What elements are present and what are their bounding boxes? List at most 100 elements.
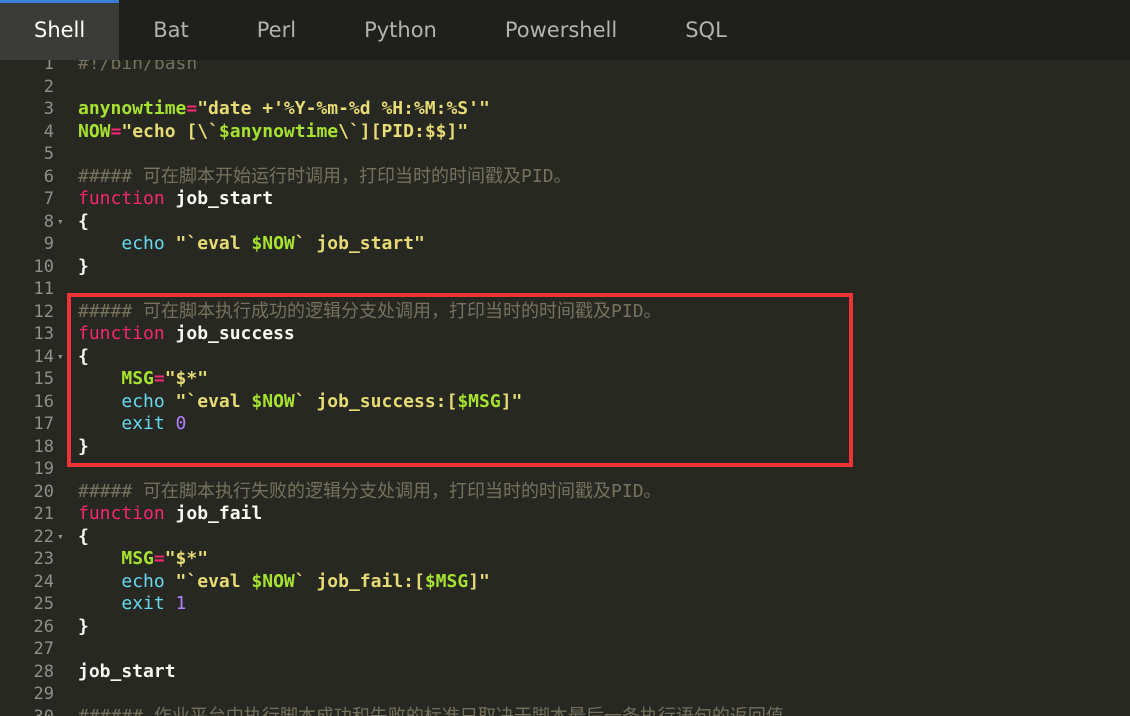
token-fn bbox=[78, 548, 121, 569]
token-str: ]" bbox=[500, 390, 523, 412]
token-bi: echo bbox=[121, 390, 165, 412]
token-fn: } bbox=[78, 615, 89, 637]
code-text: } bbox=[78, 256, 89, 279]
token-fn bbox=[78, 413, 121, 434]
code-line[interactable]: 11 bbox=[0, 278, 1130, 301]
tab-shell[interactable]: Shell bbox=[0, 0, 120, 60]
token-fn: { bbox=[78, 210, 89, 232]
tab-perl[interactable]: Perl bbox=[223, 0, 330, 60]
code-line[interactable]: 15 MSG="$*" bbox=[0, 368, 1130, 391]
code-line[interactable]: 8 ▾ { bbox=[0, 211, 1130, 234]
code-line[interactable]: 1 #!/bin/bash bbox=[0, 60, 1130, 76]
line-number: 13 bbox=[33, 324, 54, 344]
tab-powershell[interactable]: Powershell bbox=[471, 0, 651, 60]
token-str: "$*" bbox=[164, 548, 209, 569]
token-fn bbox=[78, 571, 121, 592]
line-number: 1 bbox=[43, 60, 54, 74]
code-editor[interactable]: 1 #!/bin/bash 2 3 anynowtime="date +'%Y-%m-%… bbox=[0, 60, 1130, 716]
code-line[interactable]: 6 ##### 可在脚本开始运行时调用，打印当时的时间戳及PID。 bbox=[0, 166, 1130, 189]
tab-bat[interactable]: Bat bbox=[119, 0, 223, 60]
token-str: "echo [\` bbox=[121, 120, 219, 142]
token-num: 1 bbox=[164, 593, 187, 614]
code-line[interactable]: 5 bbox=[0, 143, 1130, 166]
code-line[interactable]: 20 ##### 可在脚本执行失败的逻辑分支处调用，打印当时的时间戳及PID。 bbox=[0, 481, 1130, 504]
code-line[interactable]: 7 function job_start bbox=[0, 188, 1130, 211]
tab-python[interactable]: Python bbox=[330, 0, 471, 60]
token-kw: function bbox=[78, 188, 165, 209]
token-var: $NOW bbox=[251, 233, 295, 254]
tab-sql[interactable]: SQL bbox=[651, 0, 761, 60]
code-line[interactable]: 23 MSG="$*" bbox=[0, 548, 1130, 571]
code-line[interactable]: 21 function job_fail bbox=[0, 503, 1130, 526]
code-line[interactable]: 17 exit 0 bbox=[0, 413, 1130, 436]
token-op: = bbox=[186, 98, 198, 119]
line-number: 10 bbox=[33, 256, 54, 277]
code-text: echo "`eval $NOW` job_success:[$MSG]" bbox=[78, 391, 522, 414]
code-text: NOW="echo [\`$anynowtime\`][PID:$$]" bbox=[78, 121, 468, 144]
code-line[interactable]: 12 ##### 可在脚本执行成功的逻辑分支处调用，打印当时的时间戳及PID。 bbox=[0, 301, 1130, 324]
line-number: 15 bbox=[33, 369, 54, 389]
token-var: MSG bbox=[121, 368, 154, 389]
code-line[interactable]: 26} bbox=[0, 616, 1130, 639]
code-line[interactable]: 25 exit 1 bbox=[0, 593, 1130, 616]
token-fn bbox=[78, 233, 121, 254]
code-line[interactable]: 16 echo "`eval $NOW` job_success:[$MSG]" bbox=[0, 391, 1130, 414]
line-number: 2 bbox=[43, 76, 54, 97]
code-text: MSG="$*" bbox=[78, 368, 208, 391]
token-var: $MSG bbox=[457, 390, 501, 412]
token-bi: echo bbox=[121, 570, 165, 592]
token-fn bbox=[78, 391, 121, 412]
fold-arrow-icon[interactable]: ▾ bbox=[57, 526, 64, 549]
code-line[interactable]: 30 ###### 作业平台中执行脚本成功和失败的标准只取决于脚本最后一条执行语句… bbox=[0, 706, 1130, 716]
token-str: "`eval bbox=[164, 233, 252, 254]
code-text: } bbox=[78, 436, 89, 459]
line-number: 14 bbox=[33, 346, 54, 367]
code-text: echo "`eval $NOW` job_fail:[$MSG]" bbox=[78, 571, 490, 594]
token-op: = bbox=[153, 368, 165, 389]
line-number: 19 bbox=[33, 459, 54, 479]
code-line[interactable]: 24 echo "`eval $NOW` job_fail:[$MSG]" bbox=[0, 571, 1130, 594]
line-number: 29 bbox=[33, 684, 54, 704]
token-fn: } bbox=[78, 435, 89, 457]
code-line[interactable]: 19 bbox=[0, 458, 1130, 481]
code-text: ##### 可在脚本执行成功的逻辑分支处调用，打印当时的时间戳及PID。 bbox=[78, 301, 662, 324]
code-text: ##### 可在脚本执行失败的逻辑分支处调用，打印当时的时间戳及PID。 bbox=[78, 481, 662, 504]
code-text: ##### 可在脚本开始运行时调用，打印当时的时间戳及PID。 bbox=[78, 166, 572, 189]
token-fn: job_success bbox=[164, 323, 295, 344]
code-line[interactable]: 4 NOW="echo [\`$anynowtime\`][PID:$$]" bbox=[0, 121, 1130, 144]
token-str: "date +'%Y-%m-%d %H:%M:%S'" bbox=[197, 98, 490, 119]
token-cm: ##### 可在脚本执行成功的逻辑分支处调用，打印当时的时间戳及PID。 bbox=[78, 300, 662, 322]
code-line[interactable]: 29 bbox=[0, 683, 1130, 706]
line-number: 27 bbox=[33, 639, 54, 659]
line-number: 18 bbox=[33, 436, 54, 457]
code-line[interactable]: 2 bbox=[0, 76, 1130, 99]
code-line[interactable]: 10} bbox=[0, 256, 1130, 279]
token-cm: ##### 可在脚本执行失败的逻辑分支处调用，打印当时的时间戳及PID。 bbox=[78, 480, 662, 502]
token-var: $NOW bbox=[251, 570, 295, 592]
token-fn: } bbox=[78, 255, 89, 277]
token-str: "`eval bbox=[164, 570, 252, 592]
code-text: exit 1 bbox=[78, 593, 186, 616]
token-var: NOW bbox=[78, 120, 111, 142]
line-number: 4 bbox=[43, 121, 54, 142]
code-text: } bbox=[78, 616, 89, 639]
code-text: ###### 作业平台中执行脚本成功和失败的标准只取决于脚本最后一条执行语句的返… bbox=[78, 706, 784, 716]
code-line[interactable]: 22 ▾ { bbox=[0, 526, 1130, 549]
token-bi: exit bbox=[121, 593, 165, 614]
code-line[interactable]: 28 job_start bbox=[0, 661, 1130, 684]
fold-arrow-icon[interactable]: ▾ bbox=[57, 346, 64, 369]
line-number: 9 bbox=[43, 234, 54, 254]
token-str: ` job_fail:[ bbox=[294, 570, 425, 592]
token-str: ]" bbox=[468, 570, 490, 592]
code-line[interactable]: 9 echo "`eval $NOW` job_start" bbox=[0, 233, 1130, 256]
code-line[interactable]: 18} bbox=[0, 436, 1130, 459]
token-var: anynowtime bbox=[78, 98, 187, 119]
code-line[interactable]: 27 bbox=[0, 638, 1130, 661]
code-line[interactable]: 14 ▾ { bbox=[0, 346, 1130, 369]
code-line[interactable]: 3 anynowtime="date +'%Y-%m-%d %H:%M:%S'" bbox=[0, 98, 1130, 121]
token-fn: { bbox=[78, 525, 89, 547]
token-str: ` job_start" bbox=[294, 233, 425, 254]
token-str: \`][PID:$$]" bbox=[338, 120, 469, 142]
code-line[interactable]: 13 function job_success bbox=[0, 323, 1130, 346]
fold-arrow-icon[interactable]: ▾ bbox=[57, 211, 64, 234]
